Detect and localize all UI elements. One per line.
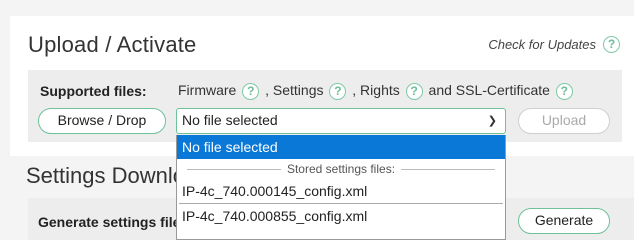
- rights-label: , Rights: [352, 82, 400, 98]
- dropdown-option[interactable]: IP-4c_740.000855_config.xml: [177, 204, 505, 228]
- check-updates-link[interactable]: Check for Updates ?: [488, 36, 620, 53]
- rights-help-icon[interactable]: ?: [405, 82, 423, 100]
- check-updates-label: Check for Updates: [488, 37, 596, 52]
- upload-title: Upload / Activate: [28, 32, 197, 57]
- upload-button[interactable]: Upload: [518, 108, 610, 134]
- browse-drop-button[interactable]: Browse / Drop: [38, 108, 166, 134]
- generate-button[interactable]: Generate: [518, 208, 610, 234]
- dropdown-group-label: Stored settings files:: [280, 162, 402, 176]
- ssl-certificate-help-icon[interactable]: ?: [555, 82, 573, 100]
- firmware-label: Firmware: [178, 82, 237, 98]
- file-select-value: No file selected: [182, 112, 278, 128]
- ssl-certificate-label: and SSL-Certificate: [428, 82, 550, 98]
- settings-type-label: , Settings: [265, 82, 324, 98]
- file-select-dropdown: No file selected Stored settings files: …: [176, 135, 506, 240]
- supported-files-label: Supported files:: [40, 83, 147, 99]
- settings-help-icon[interactable]: ?: [329, 82, 347, 100]
- dropdown-option-none[interactable]: No file selected: [177, 135, 505, 159]
- supported-files-list: Firmware ? , Settings ? , Rights ? and S…: [178, 82, 575, 100]
- dropdown-group-header: Stored settings files:: [177, 159, 505, 179]
- file-select[interactable]: No file selected ❯: [176, 108, 506, 134]
- firmware-help-icon[interactable]: ?: [242, 82, 260, 100]
- generate-settings-label: Generate settings file: [38, 214, 181, 230]
- chevron-down-icon: ❯: [487, 115, 497, 127]
- dropdown-option[interactable]: IP-4c_740.000145_config.xml: [177, 179, 505, 203]
- settings-download-title: Settings Downlo: [26, 163, 185, 188]
- check-updates-help-icon[interactable]: ?: [603, 36, 620, 53]
